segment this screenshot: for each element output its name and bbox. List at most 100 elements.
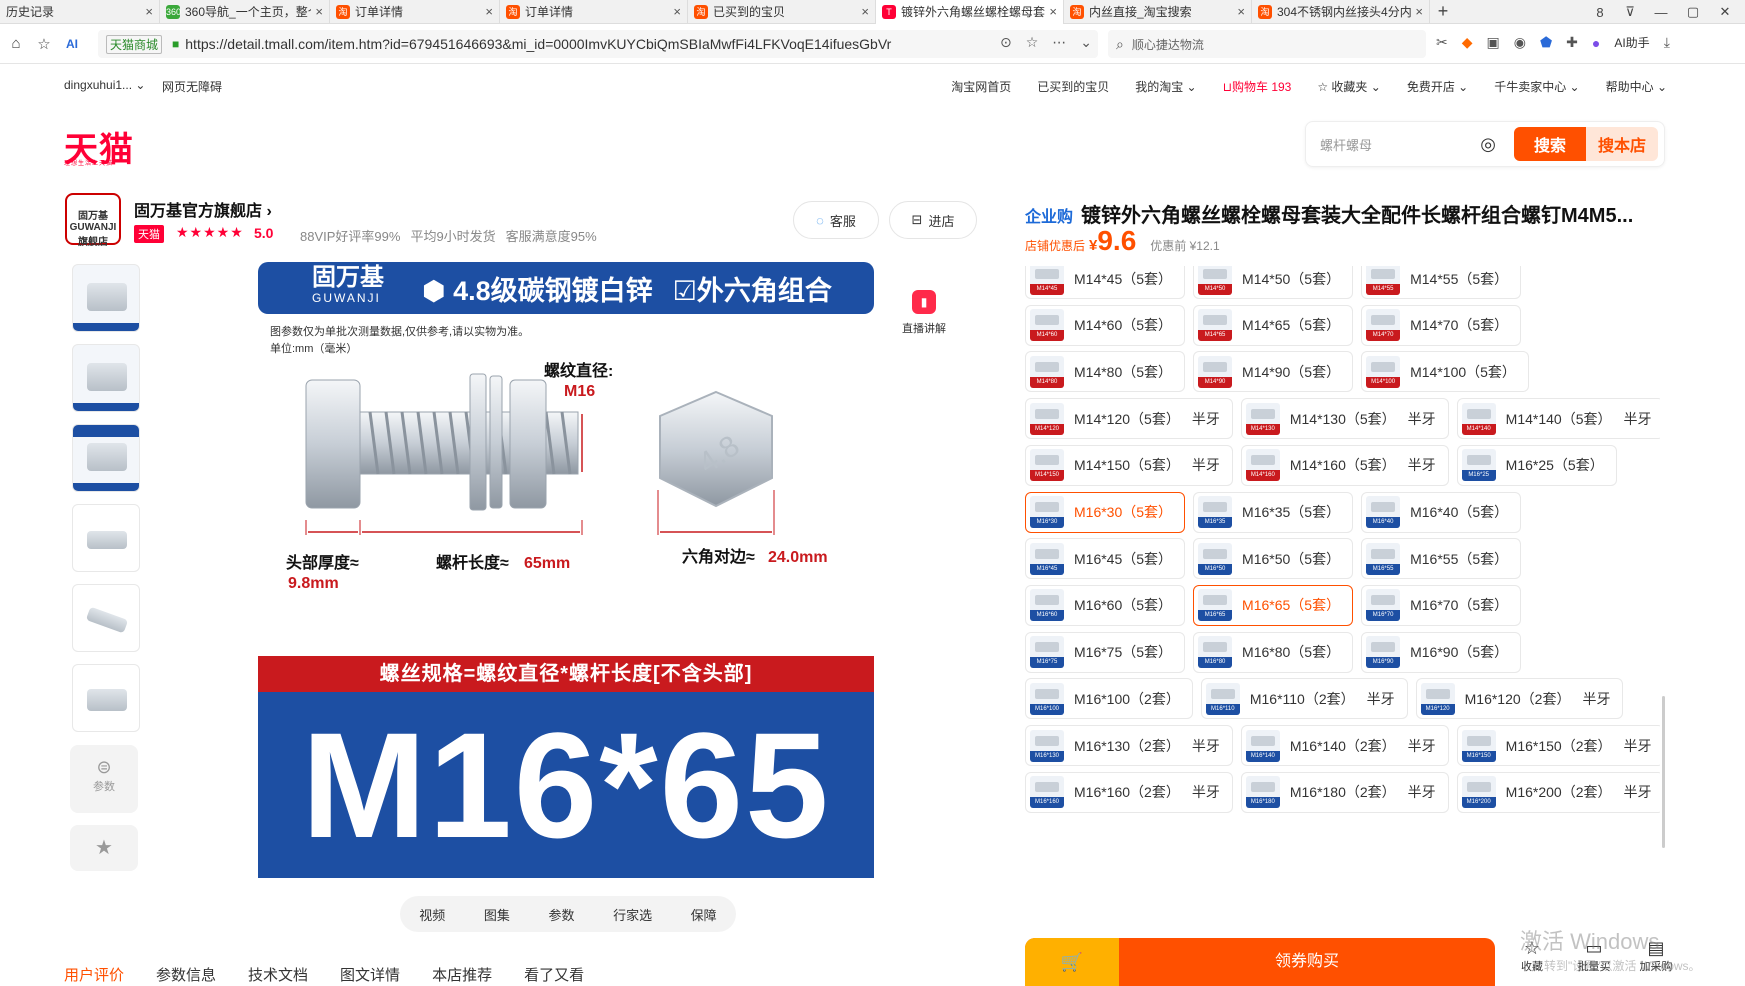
- tab-count-icon[interactable]: 8: [1585, 5, 1615, 20]
- store-logo[interactable]: 固万基 GUWANJI 旗舰店: [65, 193, 121, 248]
- tab-tech-docs[interactable]: 技术文档: [248, 964, 308, 985]
- star-icon[interactable]: ☆: [1026, 34, 1039, 51]
- sku-option[interactable]: M14*65 M14*65（5套）: [1193, 304, 1354, 346]
- sku-scrollbar[interactable]: [1662, 696, 1665, 848]
- url-field[interactable]: 天猫商城 ■ https://detail.tmall.com/item.htm…: [98, 30, 1098, 58]
- close-icon[interactable]: ×: [485, 4, 493, 19]
- nav-bought-items[interactable]: 已买到的宝贝: [1037, 78, 1109, 95]
- screen-icon[interactable]: ▣: [1487, 34, 1500, 51]
- favorite-button[interactable]: ☆ 收藏: [1512, 938, 1552, 974]
- close-icon[interactable]: ×: [315, 4, 323, 19]
- thumbnail-6[interactable]: [72, 664, 140, 732]
- chevron-down-icon[interactable]: ⌄: [1080, 34, 1092, 51]
- home-icon[interactable]: ⌂: [2, 35, 30, 52]
- sku-option[interactable]: M14*45 M14*45（5套）: [1025, 266, 1186, 299]
- tab-params-info[interactable]: 参数信息: [156, 964, 216, 985]
- sku-option[interactable]: M14*100 M14*100（5套）: [1361, 351, 1529, 393]
- nav-help-center[interactable]: 帮助中心 ⌄: [1606, 78, 1667, 95]
- tab-menu-icon[interactable]: ⊽: [1615, 4, 1645, 20]
- sku-option[interactable]: M14*130 M14*130（5套） 半牙: [1240, 398, 1449, 440]
- nav-seller-center[interactable]: 千牛卖家中心 ⌄: [1494, 78, 1579, 95]
- sku-option[interactable]: M14*80 M14*80（5套）: [1025, 351, 1186, 393]
- tab-taobao-search[interactable]: 淘 内丝直接_淘宝搜索 ×: [1064, 0, 1252, 24]
- sku-option[interactable]: M16*130 M16*130（2套） 半牙: [1025, 725, 1233, 766]
- sku-option[interactable]: M16*80 M16*80（5套）: [1193, 631, 1354, 673]
- gallery-tab-guarantee[interactable]: 保障: [691, 905, 717, 924]
- sku-option[interactable]: M16*120 M16*120（2套） 半牙: [1415, 678, 1624, 720]
- new-tab-button[interactable]: +: [1430, 1, 1456, 22]
- search-button[interactable]: 搜索: [1514, 127, 1586, 161]
- sku-option[interactable]: M14*60 M14*60（5套）: [1025, 304, 1186, 346]
- nav-open-shop[interactable]: 免费开店 ⌄: [1407, 78, 1468, 95]
- sku-option[interactable]: M14*50 M14*50（5套）: [1193, 266, 1354, 299]
- sku-option[interactable]: M16*45 M16*45（5套）: [1025, 538, 1186, 580]
- thumbnail-5[interactable]: [72, 584, 140, 652]
- tab-history[interactable]: 历史记录 ×: [0, 0, 160, 24]
- user-menu[interactable]: dingxuhui1... ⌄: [64, 78, 145, 92]
- search-store-button[interactable]: 搜本店: [1586, 127, 1658, 161]
- sku-option[interactable]: M16*140 M16*140（2套） 半牙: [1240, 725, 1449, 766]
- sku-option[interactable]: M16*50 M16*50（5套）: [1193, 538, 1354, 580]
- close-icon[interactable]: ×: [145, 4, 153, 19]
- sku-option[interactable]: M16*100 M16*100（2套）: [1025, 678, 1193, 720]
- browser-search-input[interactable]: ⌕ 顺心捷达物流: [1108, 30, 1426, 58]
- location-icon[interactable]: ⊙: [1000, 34, 1012, 51]
- sku-option[interactable]: M16*180 M16*180（2套） 半牙: [1240, 771, 1449, 813]
- tab-order-detail-2[interactable]: 淘 订单详情 ×: [500, 0, 688, 24]
- main-product-image[interactable]: 固万基 GUWANJI ⬢ 4.8级碳钢镀白锌 ☑外六角组合 图参数仅为单批次测量…: [258, 260, 874, 878]
- sku-option[interactable]: M16*70 M16*70（5套）: [1361, 584, 1522, 626]
- sku-option[interactable]: M16*90 M16*90（5套）: [1361, 631, 1522, 673]
- params-button[interactable]: ⊜ 参数: [70, 745, 138, 813]
- ai-icon[interactable]: AI: [58, 37, 86, 51]
- sku-option[interactable]: M16*60 M16*60（5套）: [1025, 584, 1186, 626]
- tab-detail[interactable]: 图文详情: [340, 964, 400, 985]
- close-icon[interactable]: ×: [1049, 4, 1057, 19]
- live-explain-button[interactable]: ▮ 直播讲解: [902, 290, 946, 336]
- fox-icon[interactable]: ◆: [1462, 34, 1473, 51]
- gallery-tab-images[interactable]: 图集: [484, 905, 510, 924]
- sku-option[interactable]: M16*200 M16*200（2套） 半牙: [1456, 771, 1660, 813]
- tab-order-detail-1[interactable]: 淘 订单详情 ×: [330, 0, 500, 24]
- sku-option[interactable]: M16*30 M16*30（5套）: [1025, 491, 1186, 533]
- gallery-tab-video[interactable]: 视频: [419, 905, 445, 924]
- favorite-thumb-button[interactable]: ★: [70, 825, 138, 871]
- sku-option[interactable]: M14*150 M14*150（5套） 半牙: [1025, 444, 1233, 486]
- minimize-button[interactable]: —: [1645, 5, 1677, 20]
- favorites-icon[interactable]: ☆: [30, 35, 58, 53]
- sku-option[interactable]: M14*55 M14*55（5套）: [1361, 266, 1522, 299]
- close-icon[interactable]: ×: [673, 4, 681, 19]
- customer-service-button[interactable]: ◌ 客服: [793, 201, 879, 239]
- thumbnail-1[interactable]: [72, 264, 140, 332]
- sku-option[interactable]: M16*150 M16*150（2套） 半牙: [1456, 725, 1660, 766]
- sku-option[interactable]: M16*35 M16*35（5套）: [1193, 491, 1354, 533]
- close-icon[interactable]: ×: [861, 4, 869, 19]
- thumbnail-3[interactable]: [72, 424, 140, 492]
- ai-assistant-icon[interactable]: ●: [1592, 35, 1600, 51]
- sku-option[interactable]: M16*75 M16*75（5套）: [1025, 631, 1186, 673]
- close-icon[interactable]: ×: [1237, 4, 1245, 19]
- add-procurement-button[interactable]: ▤ 加采购: [1636, 938, 1676, 974]
- sku-option[interactable]: M16*40 M16*40（5套）: [1361, 491, 1522, 533]
- sku-option[interactable]: M16*25 M16*25（5套）: [1456, 444, 1617, 486]
- sku-option[interactable]: M14*140 M14*140（5套） 半牙: [1456, 398, 1660, 440]
- camera-icon[interactable]: ◎: [1480, 134, 1496, 155]
- sku-option[interactable]: M16*110 M16*110（2套） 半牙: [1200, 678, 1408, 720]
- nav-taobao-home[interactable]: 淘宝网首页: [951, 78, 1011, 95]
- enter-store-button[interactable]: ⊟ 进店: [889, 201, 977, 239]
- puzzle-icon[interactable]: ✚: [1566, 34, 1578, 51]
- tab-store-recommend[interactable]: 本店推荐: [432, 964, 492, 985]
- nav-cart[interactable]: ⊔购物车 193: [1223, 78, 1292, 95]
- add-to-cart-button[interactable]: 🛒: [1025, 938, 1119, 986]
- gallery-tab-expert[interactable]: 行家选: [613, 905, 652, 924]
- tab-bought-items[interactable]: 淘 已买到的宝贝 ×: [688, 0, 876, 24]
- sku-option[interactable]: M14*90 M14*90（5套）: [1193, 351, 1354, 393]
- buy-with-coupon-button[interactable]: 领券购买: [1119, 938, 1495, 986]
- close-icon[interactable]: ×: [1415, 4, 1423, 19]
- sku-option[interactable]: M14*70 M14*70（5套）: [1361, 304, 1522, 346]
- shield-icon[interactable]: ⬟: [1540, 34, 1552, 51]
- tab-also-viewed[interactable]: 看了又看: [524, 964, 584, 985]
- gallery-tab-params[interactable]: 参数: [548, 905, 574, 924]
- accessibility-link[interactable]: 网页无障碍: [162, 78, 222, 95]
- tab-reviews[interactable]: 用户评价: [64, 964, 124, 985]
- maximize-button[interactable]: ▢: [1677, 4, 1709, 20]
